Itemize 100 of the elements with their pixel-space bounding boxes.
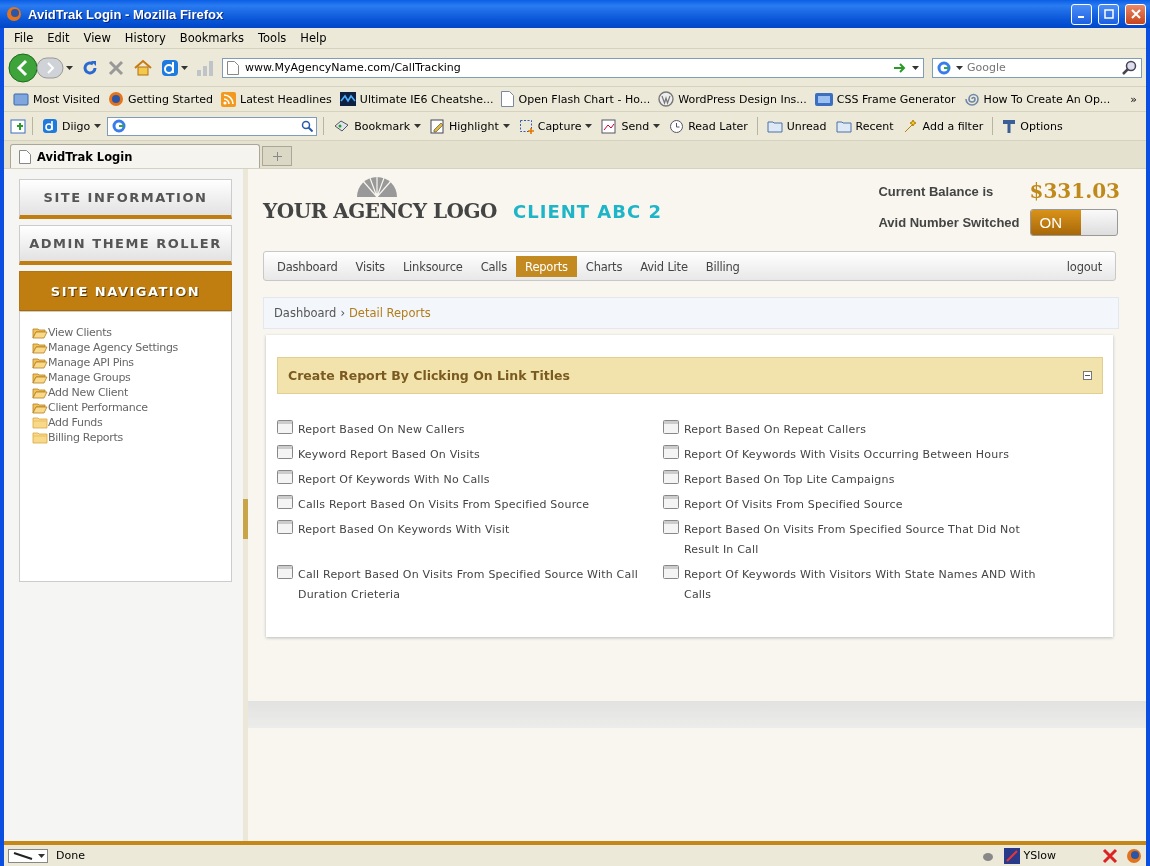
caret-icon[interactable] [414,124,422,128]
report-link[interactable]: Report Based On New Callers [277,420,652,440]
menu-item[interactable]: Bookmarks [173,31,250,45]
report-link[interactable]: Call Report Based On Visits From Specified Source With Call Duration Crieteria [277,565,652,605]
bookmark-item[interactable]: Open Flash Chart - Ho... [498,91,654,107]
sidebar-section-button[interactable]: SITE INFORMATION [19,179,232,219]
search-field[interactable]: Google [967,61,1118,74]
address-bar[interactable]: www.MyAgencyName.com/CallTracking [222,57,924,78]
browser-tab[interactable]: AvidTrak Login [10,144,260,168]
toolbar-button[interactable]: Capture [515,118,596,134]
bookmark-item[interactable]: WordPress Design Ins... [655,91,810,107]
report-link[interactable]: Report Of Visits From Specified Source [663,495,1038,515]
caret-icon[interactable] [912,65,919,70]
bookmark-item[interactable]: Getting Started [104,91,216,107]
diigo-menu[interactable]: Diigo [39,118,105,134]
bookmark-item[interactable]: Most Visited [10,92,103,106]
close-button[interactable] [1125,3,1146,25]
yslow-button[interactable]: YSlow [1003,847,1056,864]
menu-tab[interactable]: Visits [346,255,394,277]
more-bookmarks-chevron[interactable]: » [1127,92,1140,106]
menu-item[interactable]: View [77,31,117,45]
menu-tab[interactable]: Charts [576,255,632,277]
navigation-link[interactable]: Add Funds [32,414,231,429]
status-text: Done [56,849,86,862]
breadcrumb-link[interactable]: Dashboard [274,306,337,320]
open-folder-icon [32,357,48,369]
logout-link[interactable]: logout [1057,255,1111,277]
menu-tab[interactable]: Avid Lite [631,255,697,277]
navigation-link[interactable]: Manage Groups [32,369,231,384]
maximize-icon[interactable] [1103,9,1114,19]
caret-icon[interactable] [502,124,510,128]
report-link[interactable]: Report Based On Top Lite Campaigns [663,470,1038,490]
report-link[interactable]: Report Based On Repeat Callers [663,420,1038,440]
navigation-link[interactable]: Add New Client [32,384,231,399]
toolbar-button[interactable]: Highlight [427,118,513,134]
open-folder-icon [32,342,48,354]
menu-tab[interactable]: Billing [696,255,749,277]
caret-icon[interactable] [653,124,661,128]
bookmark-item[interactable]: How To Create An Op... [960,91,1114,107]
maximize-button[interactable] [1098,3,1119,25]
search-icon[interactable] [301,120,314,132]
navigation-link[interactable]: View Clients [32,324,231,339]
diigo-search-field[interactable] [107,116,318,136]
diigo-button[interactable] [161,58,179,77]
menu-tab[interactable]: Calls [471,255,517,277]
menu-tab[interactable]: Dashboard [268,255,347,277]
highlight-icon[interactable] [430,118,446,134]
menu-item[interactable]: Help [294,31,333,45]
caret-icon[interactable] [585,124,593,128]
menu-item[interactable]: File [8,31,40,45]
close-icon[interactable] [1102,847,1118,864]
toolbar-button[interactable]: Options [999,118,1066,134]
address-field[interactable]: www.MyAgencyName.com/CallTracking [245,61,888,74]
sparkle-icon[interactable] [902,118,919,134]
minimize-button[interactable] [1071,3,1092,25]
collapse-handle[interactable] [243,499,248,539]
menu-tab[interactable]: Linksource [393,255,472,277]
bookmark-item[interactable]: Ultimate IE6 Cheatshe... [336,92,497,106]
bookmark-item[interactable]: Latest Headlines [218,91,335,107]
report-link[interactable]: Report Based On Keywords With Visit [277,520,652,560]
balance-amount: $331.03 [1029,179,1120,203]
report-link[interactable]: Report Of Keywords With Visits Occurring Between Hours [663,445,1038,465]
collapse-icon[interactable] [1083,371,1092,380]
home-button[interactable] [133,58,153,77]
diigo-logo-icon[interactable] [42,118,58,134]
navigation-link[interactable]: Manage API Pins [32,354,231,369]
caret-icon[interactable] [181,65,188,70]
toolbar-button[interactable]: Read Later [666,118,751,134]
menu-item[interactable]: History [118,31,172,45]
send-icon[interactable] [601,118,618,134]
toolbar-button[interactable]: Add a filter [899,118,987,134]
menu-item[interactable]: Edit [41,31,76,45]
sidebar-toggle-icon[interactable] [10,118,26,134]
search-icon[interactable] [1122,59,1138,76]
reload-button[interactable] [81,58,99,77]
bookmark-item[interactable]: CSS Frame Generator [811,92,959,106]
search-box[interactable]: Google [932,57,1142,78]
caret-icon[interactable] [66,65,73,70]
navigation-link[interactable]: Manage Agency Settings [32,339,231,354]
pen-icon[interactable] [8,848,48,863]
navigation-link[interactable]: Billing Reports [32,429,231,444]
caret-icon[interactable] [94,124,102,128]
toolbar-button[interactable]: Send [598,118,664,134]
sidebar-section-button[interactable]: ADMIN THEME ROLLER [19,225,232,265]
report-link[interactable]: Report Of Keywords With Visitors With State Names AND With Calls [663,565,1038,605]
navigation-link[interactable]: Client Performance [32,399,231,414]
report-link[interactable]: Report Of Keywords With No Calls [277,470,652,490]
toolbar-button[interactable]: Recent [832,119,897,133]
capture-icon[interactable] [518,118,534,134]
firefox-logo-icon[interactable] [1126,847,1142,864]
bookmark-icon[interactable] [333,119,351,133]
caret-icon[interactable] [956,65,963,70]
go-arrow-icon[interactable] [894,62,906,73]
report-link[interactable]: Report Based On Visits From Specified Source That Did Not Result In Call [663,520,1038,560]
menu-item[interactable]: Tools [252,31,293,45]
toolbar-button[interactable]: Bookmark [330,119,425,133]
report-link[interactable]: Calls Report Based On Visits From Specified Source [277,495,652,515]
report-link[interactable]: Keyword Report Based On Visits [277,445,652,465]
clock-icon[interactable] [669,118,685,134]
toolbar-button[interactable]: Unread [763,119,830,133]
